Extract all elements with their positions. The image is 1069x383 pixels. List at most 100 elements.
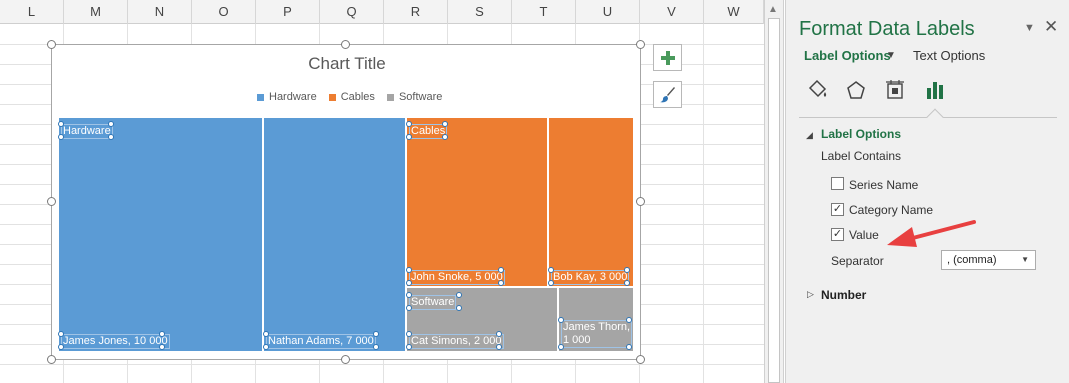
chevron-down-icon[interactable]: ▼ [886, 50, 896, 61]
category-name-label[interactable]: Category Name [849, 203, 933, 217]
column-header-p[interactable]: P [256, 0, 320, 24]
vertical-scrollbar[interactable]: ▲ [764, 0, 784, 383]
label-selection-handle[interactable] [406, 292, 412, 298]
column-header-q[interactable]: Q [320, 0, 384, 24]
chart-resize-handle[interactable] [636, 197, 645, 206]
effects-icon[interactable] [843, 77, 869, 103]
collapse-caret-icon[interactable]: ◢ [806, 130, 813, 141]
chart-elements-button[interactable] [653, 44, 682, 71]
section-label-options[interactable]: Label Options [821, 127, 901, 141]
chart-resize-handle[interactable] [341, 355, 350, 364]
tab-text-options[interactable]: Text Options [913, 48, 985, 63]
column-header-n[interactable]: N [128, 0, 192, 24]
label-selection-handle[interactable] [58, 121, 64, 127]
label-selection-handle[interactable] [548, 280, 554, 286]
spreadsheet-grid[interactable]: L M N O P Q R S T U V W Chart Title Hard… [0, 0, 764, 383]
value-checkbox[interactable]: ✓ [831, 228, 844, 241]
data-label-cat-simons[interactable]: Cat Simons, 2 000 [409, 334, 504, 349]
label-selection-handle[interactable] [496, 344, 502, 350]
pane-options-chevron-down-icon[interactable]: ▼ [1024, 22, 1035, 34]
fill-line-icon[interactable] [804, 77, 830, 103]
label-selection-handle[interactable] [626, 317, 632, 323]
legend-swatch-software [386, 93, 394, 101]
chart-resize-handle[interactable] [636, 40, 645, 49]
treemap-tile-john-snoke[interactable] [407, 118, 547, 286]
data-label-james-jones[interactable]: James Jones, 10 000 [61, 334, 170, 349]
label-selection-handle[interactable] [406, 267, 412, 273]
scrollbar-thumb[interactable] [768, 18, 780, 383]
series-name-checkbox[interactable] [831, 177, 844, 190]
label-selection-handle[interactable] [263, 344, 269, 350]
value-label[interactable]: Value [849, 228, 879, 242]
label-selection-handle[interactable] [624, 280, 630, 286]
data-label-bob-kay[interactable]: Bob Kay, 3 000 [551, 270, 630, 285]
label-selection-handle[interactable] [558, 317, 564, 323]
data-label-james-thorn[interactable]: James Thorn, 1 000 [561, 320, 633, 348]
label-selection-handle[interactable] [58, 344, 64, 350]
label-selection-handle[interactable] [498, 267, 504, 273]
column-header-r[interactable]: R [384, 0, 448, 24]
column-header-w[interactable]: W [704, 0, 764, 24]
treemap-chart[interactable]: Chart Title Hardware Cables Software Har… [51, 44, 641, 360]
label-selection-handle[interactable] [373, 331, 379, 337]
label-selection-handle[interactable] [58, 134, 64, 140]
label-selection-handle[interactable] [58, 331, 64, 337]
treemap-tile-bob-kay[interactable] [549, 118, 633, 286]
label-selection-handle[interactable] [406, 280, 412, 286]
label-selection-handle[interactable] [626, 344, 632, 350]
chart-styles-button[interactable] [653, 81, 682, 108]
label-selection-handle[interactable] [373, 344, 379, 350]
label-selection-handle[interactable] [108, 134, 114, 140]
treemap-tile-james-jones[interactable] [59, 118, 262, 351]
chart-resize-handle[interactable] [47, 197, 56, 206]
label-selection-handle[interactable] [558, 344, 564, 350]
label-selection-handle[interactable] [624, 267, 630, 273]
section-number[interactable]: Number [821, 288, 866, 302]
column-header-l[interactable]: L [0, 0, 64, 24]
label-selection-handle[interactable] [442, 134, 448, 140]
series-name-label[interactable]: Series Name [849, 178, 918, 192]
size-properties-icon[interactable] [882, 77, 908, 103]
label-selection-handle[interactable] [498, 280, 504, 286]
tab-label-options[interactable]: Label Options [804, 48, 891, 63]
label-selection-handle[interactable] [496, 331, 502, 337]
label-options-icon[interactable] [922, 77, 948, 103]
label-selection-handle[interactable] [263, 331, 269, 337]
expand-caret-icon[interactable]: ▷ [807, 289, 814, 300]
data-label-john-snoke[interactable]: John Snoke, 5 000 [409, 270, 505, 285]
close-icon[interactable]: ✕ [1044, 17, 1058, 37]
label-selection-handle[interactable] [159, 331, 165, 337]
data-label-nathan-adams[interactable]: Nathan Adams, 7 000 [266, 334, 376, 349]
label-selection-handle[interactable] [442, 121, 448, 127]
chart-resize-handle[interactable] [47, 355, 56, 364]
column-header-o[interactable]: O [192, 0, 256, 24]
label-selection-handle[interactable] [456, 305, 462, 311]
column-header-m[interactable]: M [64, 0, 128, 24]
label-selection-handle[interactable] [406, 305, 412, 311]
chart-resize-handle[interactable] [636, 355, 645, 364]
chart-resize-handle[interactable] [341, 40, 350, 49]
label-selection-handle[interactable] [406, 121, 412, 127]
label-selection-handle[interactable] [159, 344, 165, 350]
label-selection-handle[interactable] [548, 267, 554, 273]
chart-resize-handle[interactable] [47, 40, 56, 49]
treemap-tile-nathan-adams[interactable] [264, 118, 405, 351]
scroll-up-icon[interactable]: ▲ [768, 4, 778, 15]
column-header-t[interactable]: T [512, 0, 576, 24]
group-label-software[interactable]: Software [409, 295, 457, 310]
group-label-hardware[interactable]: Hardware [61, 124, 113, 139]
category-name-checkbox[interactable]: ✓ [831, 203, 844, 216]
pane-title: Format Data Labels [799, 18, 975, 40]
separator-dropdown[interactable]: , (comma) ▼ [941, 250, 1036, 270]
column-header-s[interactable]: S [448, 0, 512, 24]
label-selection-handle[interactable] [406, 344, 412, 350]
chart-title[interactable]: Chart Title [52, 54, 642, 74]
label-selection-handle[interactable] [406, 134, 412, 140]
legend-label-hardware: Hardware [269, 91, 317, 103]
column-header-v[interactable]: V [640, 0, 704, 24]
label-selection-handle[interactable] [456, 292, 462, 298]
label-selection-handle[interactable] [108, 121, 114, 127]
column-header-u[interactable]: U [576, 0, 640, 24]
chart-legend[interactable]: Hardware Cables Software [257, 91, 442, 103]
label-selection-handle[interactable] [406, 331, 412, 337]
